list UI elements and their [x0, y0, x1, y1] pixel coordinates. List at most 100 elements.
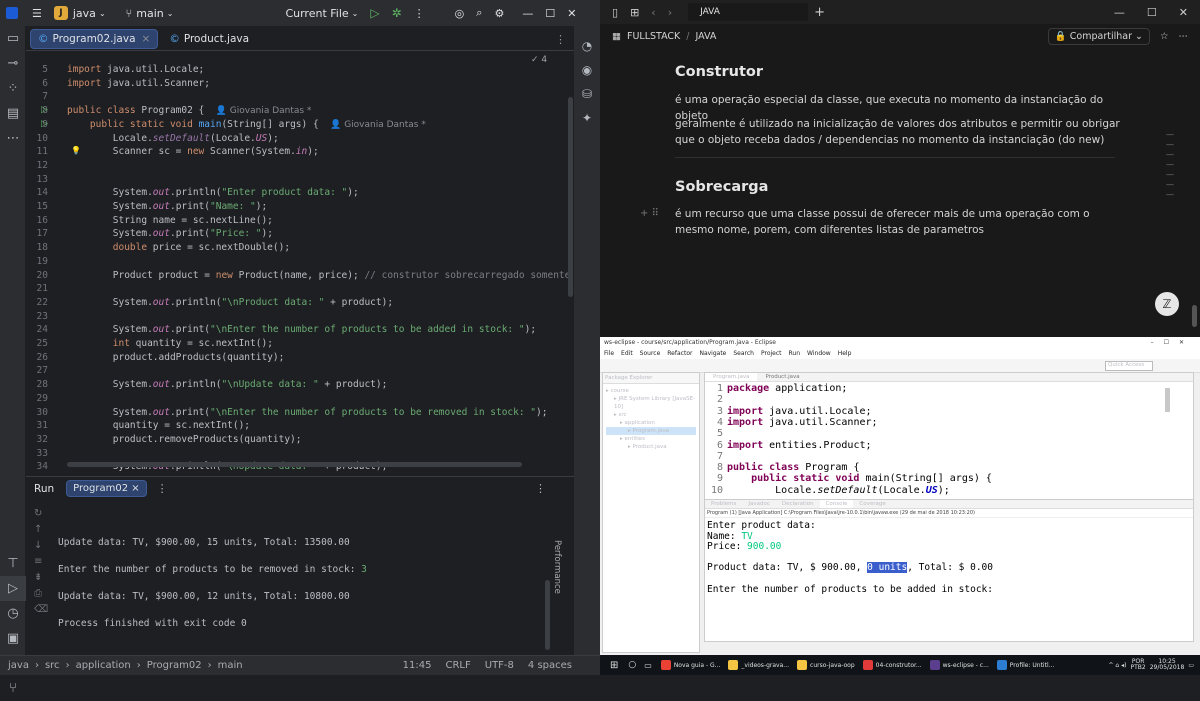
run-config-selector[interactable]: Current File ⌄ [279, 0, 364, 26]
wrap-icon[interactable]: ≡ [34, 554, 48, 570]
console-tab[interactable]: Declaration [776, 500, 820, 508]
crumb[interactable]: src [45, 660, 60, 671]
close-tab-icon[interactable]: × [131, 483, 139, 494]
tree-item[interactable]: ▸ src [606, 411, 696, 419]
crumb[interactable]: Program02 [147, 660, 202, 671]
tab-program02[interactable]: © Program02.java × [30, 29, 159, 49]
menu-item[interactable]: Help [838, 350, 852, 357]
run-icon[interactable]: ▷ [364, 0, 385, 26]
code-editor[interactable]: 5 import java.util.Locale; 6 import java.ut… [26, 52, 574, 472]
debug-icon[interactable]: ✲ [386, 0, 408, 26]
filter-icon[interactable]: ⇟ [34, 570, 48, 586]
window-controls[interactable]: –☐✕ [1151, 339, 1194, 346]
tree-item[interactable]: ▸ Program.java [606, 427, 696, 435]
notifications-icon[interactable]: ◔ [574, 34, 600, 58]
tab-program-java[interactable]: Program.java [705, 373, 758, 381]
taskbar-app[interactable]: curso-java-oop [794, 655, 858, 675]
taskbar-app[interactable]: Profile: Untitl... [994, 655, 1058, 675]
copilot-icon[interactable]: ◎ [449, 0, 471, 26]
tree-item[interactable]: ▸ course [606, 387, 696, 395]
more-tools-icon[interactable]: ⋯ [0, 126, 26, 151]
sidebar-toggle-icon[interactable]: ▯ [612, 6, 618, 19]
project-selector[interactable]: Jjava ⌄ [48, 0, 112, 26]
run-gutter-icon[interactable]: ▷ [41, 105, 48, 115]
ai-assistant-icon[interactable]: ◉ [574, 58, 600, 82]
search-icon[interactable]: ○ [628, 660, 636, 670]
folder-icon[interactable]: ▭ [0, 26, 26, 51]
tree-item[interactable]: ▸ JRE System Library [JavaSE-10] [606, 395, 696, 411]
task-view-icon[interactable]: ▭ [644, 661, 652, 670]
taskbar-app[interactable]: ws-eclipse - c... [927, 655, 992, 675]
editor-scrollbar[interactable] [568, 97, 573, 297]
outline-icon[interactable]: — — — — — — — [1166, 130, 1178, 200]
run-tool-icon[interactable]: ▷ [0, 576, 26, 601]
output-scrollbar[interactable] [545, 580, 550, 650]
quick-access-input[interactable]: Quick Access [1105, 361, 1153, 371]
line-separator[interactable]: CRLF [445, 660, 470, 671]
notification-icon[interactable]: ▭ [1188, 662, 1194, 669]
file-encoding[interactable]: UTF-8 [485, 660, 514, 671]
horizontal-scrollbar[interactable] [67, 462, 522, 467]
share-button[interactable]: 🔒 Compartilhar ⌄ [1047, 27, 1150, 45]
menu-item[interactable]: Project [761, 350, 782, 357]
block-handle-icon[interactable]: + ⠿ [640, 208, 659, 219]
tab-product-java[interactable]: Product.java [757, 373, 807, 381]
print-icon[interactable]: ⎙ [34, 586, 48, 602]
close-icon[interactable]: ✕ [1179, 6, 1188, 19]
more-icon[interactable]: ⋮ [408, 0, 431, 26]
menu-item[interactable]: Refactor [667, 350, 692, 357]
performance-side-label[interactable]: Performance [552, 540, 562, 594]
run-gutter-icon[interactable]: ▷ [41, 119, 48, 129]
new-tab-icon[interactable]: + [814, 5, 825, 20]
avatar[interactable]: ℤ [1155, 292, 1179, 316]
database-icon[interactable]: ⛁ [574, 82, 600, 106]
structure-icon[interactable]: ▤ [0, 101, 26, 126]
star-icon[interactable]: ☆ [1160, 31, 1169, 42]
menu-item[interactable]: Window [807, 350, 831, 357]
tab-menu-icon[interactable]: ⋮ [555, 33, 566, 46]
hammer-icon[interactable]: ⊤ [0, 551, 26, 576]
git-icon[interactable]: ⑂ [0, 676, 26, 701]
indent-setting[interactable]: 4 spaces [528, 660, 572, 671]
start-icon[interactable]: ⊞ [610, 660, 618, 671]
taskbar-app[interactable]: Nova guia - G... [658, 655, 724, 675]
breadcrumb-item[interactable]: FULLSTACK [627, 31, 680, 42]
eclipse-scrollbar[interactable] [1165, 388, 1170, 412]
console-tab[interactable]: Javadoc [742, 500, 776, 508]
more-icon[interactable]: ⋯ [1179, 31, 1189, 42]
up-icon[interactable]: ↑ [34, 522, 48, 538]
rerun-icon[interactable]: ↻ [34, 506, 48, 522]
lightbulb-icon[interactable]: 💡 [71, 146, 81, 155]
tree-item[interactable]: ▸ entities [606, 435, 696, 443]
plugins-icon[interactable]: ⁘ [0, 76, 26, 101]
tree-item[interactable]: ▸ application [606, 419, 696, 427]
minimize-icon[interactable]: — [1114, 6, 1125, 19]
search-icon[interactable]: ⌕ [470, 0, 488, 26]
notion-tab[interactable]: JAVA [688, 3, 809, 21]
down-icon[interactable]: ↓ [34, 538, 48, 554]
more-icon[interactable]: ⋮ [157, 482, 168, 495]
tabs-icon[interactable]: ⊞ [630, 6, 639, 19]
tree-item[interactable]: ▸ Product.java [606, 443, 696, 451]
crumb[interactable]: main [218, 660, 243, 671]
console-tab[interactable]: Console [819, 500, 854, 508]
console-tab[interactable]: Coverage [853, 500, 891, 508]
run-output[interactable]: ↻ ↑ ↓ ≡ ⇟ ⎙ ⌫ Update data: TV, $900.00, 15 uni… [26, 500, 574, 655]
back-icon[interactable]: ‹ [651, 6, 655, 19]
taskbar-app[interactable]: 04-construtor... [860, 655, 925, 675]
menu-item[interactable]: Search [733, 350, 754, 357]
console-tab[interactable]: Problems [705, 500, 742, 508]
menu-item[interactable]: Navigate [699, 350, 726, 357]
main-menu-icon[interactable]: ☰ [26, 0, 48, 26]
menu-item[interactable]: File [604, 350, 614, 357]
tab-product[interactable]: © Product.java [162, 29, 256, 49]
minimize-icon[interactable]: — [516, 0, 539, 26]
close-tab-icon[interactable]: × [142, 33, 151, 45]
caret-position[interactable]: 11:45 [403, 660, 432, 671]
commit-icon[interactable]: ⊸ [0, 51, 26, 76]
trash-icon[interactable]: ⌫ [34, 602, 48, 618]
close-icon[interactable]: ✕ [561, 0, 582, 26]
gradle-icon[interactable]: ✦ [574, 106, 600, 130]
menu-item[interactable]: Edit [621, 350, 633, 357]
crumb[interactable]: application [76, 660, 131, 671]
